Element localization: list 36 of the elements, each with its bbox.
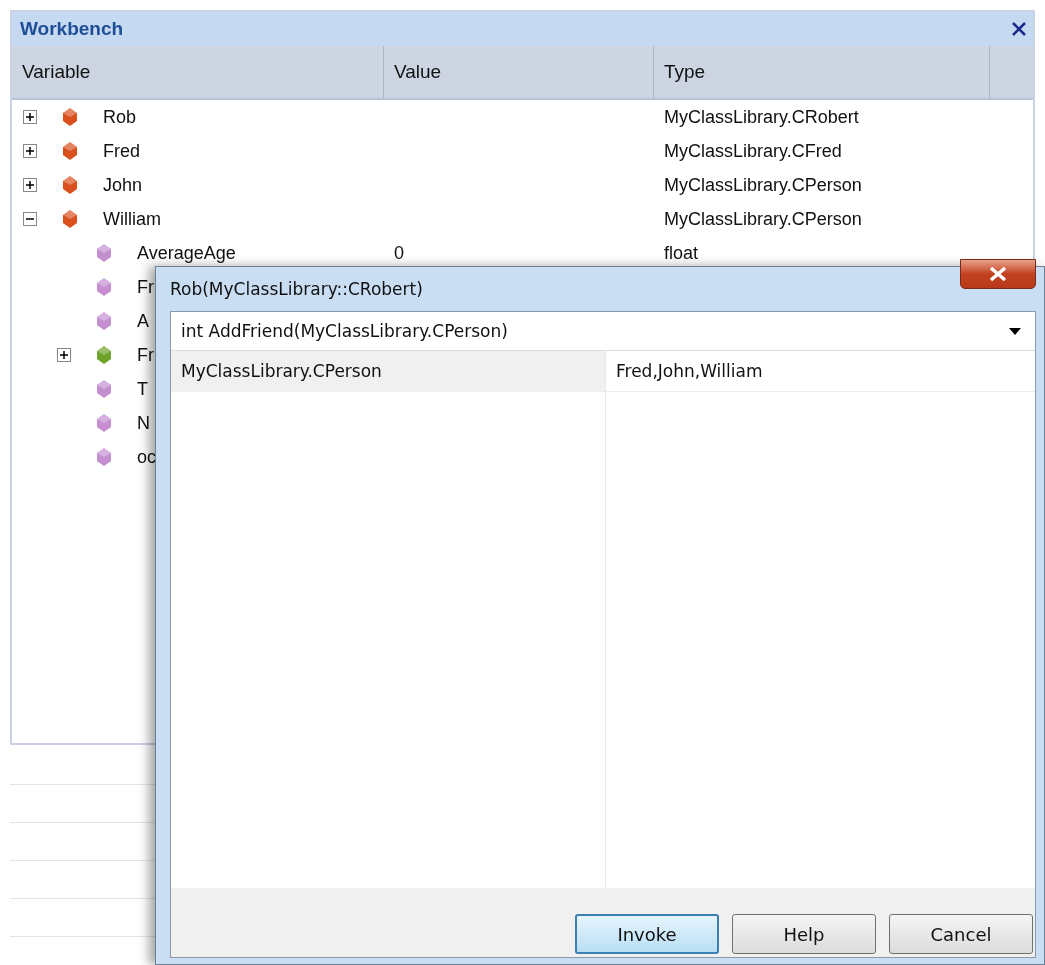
variable-name: William [103,208,161,230]
close-icon[interactable] [1011,21,1027,37]
dropdown-arrow-icon [1009,327,1021,335]
panel-title: Workbench [20,18,124,40]
expand-icon[interactable] [23,110,37,124]
column-header[interactable]: Variable [12,46,384,98]
variable-name: oc [137,446,156,468]
dialog-button[interactable]: Cancel [889,914,1033,954]
variable-type: MyClassLibrary.CPerson [664,174,862,195]
variable-type: MyClassLibrary.CFred [664,140,842,161]
expand-icon[interactable] [23,144,37,158]
variable-name: Fr [137,344,154,366]
variable-type: float [664,242,699,263]
parameter-type: MyClassLibrary.CPerson [171,351,605,392]
close-icon [987,266,1009,282]
expand-icon[interactable] [23,178,37,192]
variable-name: A [137,310,149,332]
column-header[interactable]: Type [654,46,990,98]
dialog-title: Rob(MyClassLibrary::CRobert) [170,279,423,299]
variable-name: Fred [103,140,140,162]
column-header[interactable]: Value [384,46,654,98]
variable-value: 0 [394,242,404,263]
close-button[interactable] [960,259,1036,289]
expand-icon[interactable] [57,348,71,362]
variable-name: N [137,412,150,434]
variable-name: T [137,378,148,400]
dialog-button[interactable]: Help [732,914,876,954]
variable-name: Fr [137,276,154,298]
collapse-icon[interactable] [23,212,37,226]
variable-name: Rob [103,106,137,128]
variable-type: MyClassLibrary.CRobert [664,106,859,127]
parameter-value[interactable]: Fred,John,William [606,351,1035,392]
variable-name: AverageAge [137,242,236,264]
dialog-button[interactable]: Invoke [575,914,719,954]
variable-name: John [103,174,143,196]
variable-type: MyClassLibrary.CPerson [664,208,862,229]
